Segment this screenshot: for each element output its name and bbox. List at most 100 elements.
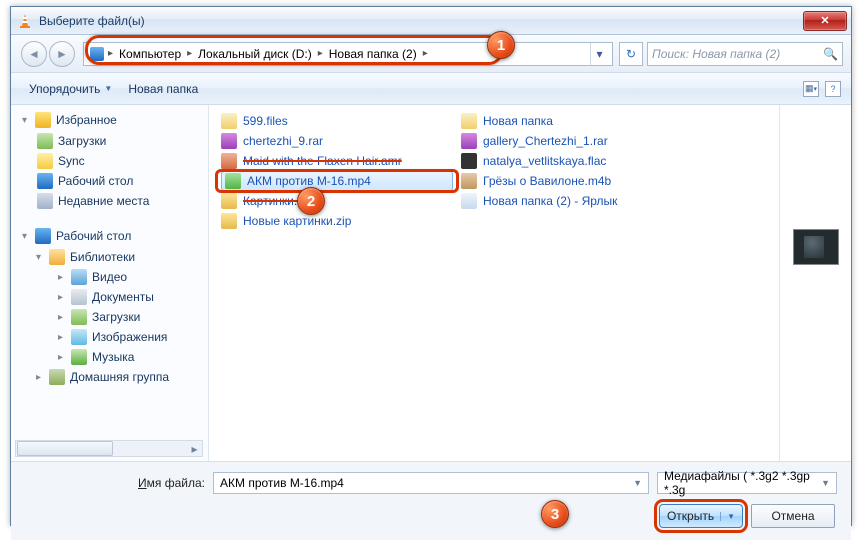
search-icon: 🔍	[823, 47, 838, 61]
refresh-button[interactable]: ↻	[619, 42, 643, 66]
breadcrumb[interactable]: ▸ Компьютер ▸ Локальный диск (D:) ▸ Нова…	[83, 42, 613, 66]
sidebar-libraries[interactable]: ▾Библиотеки	[15, 247, 208, 267]
expand-icon: ▸	[55, 352, 66, 363]
breadcrumb-drive[interactable]: Локальный диск (D:)	[194, 43, 316, 65]
window-close-button[interactable]: ✕	[803, 11, 847, 31]
sidebar-scrollbar[interactable]: ▸	[15, 440, 203, 457]
file-item[interactable]: Грёзы о Вавилоне.m4b	[457, 171, 697, 191]
rar-icon	[461, 133, 477, 149]
new-folder-button[interactable]: Новая папка	[120, 78, 206, 100]
images-icon	[71, 329, 87, 345]
nav-back-button[interactable]: ◄	[21, 41, 47, 67]
nav-forward-button[interactable]: ►	[49, 41, 75, 67]
downloads-icon	[71, 309, 87, 325]
sidebar-favorites[interactable]: ▾Избранное	[15, 109, 208, 131]
collapse-icon: ▾	[19, 115, 30, 126]
filename-label: ИИмя файла:мя файла:	[25, 476, 205, 490]
folder-icon	[221, 113, 237, 129]
chevron-right-icon: ▸	[185, 48, 194, 59]
recent-icon	[37, 193, 53, 209]
chevron-down-icon: ▼	[104, 84, 112, 93]
file-item[interactable]: Maid with the Flaxen Hair.amr	[217, 151, 457, 171]
expand-icon: ▸	[55, 312, 66, 323]
chevron-right-icon: ▸	[316, 48, 325, 59]
breadcrumb-folder[interactable]: Новая папка (2)	[325, 43, 421, 65]
desktop-icon	[35, 228, 51, 244]
computer-icon	[90, 47, 104, 61]
star-icon	[35, 112, 51, 128]
annotation-badge-2: 2	[297, 187, 325, 215]
scroll-right-icon[interactable]: ▸	[187, 441, 202, 456]
open-button[interactable]: Открыть▼	[659, 504, 743, 528]
libraries-icon	[49, 249, 65, 265]
desktop-icon	[37, 173, 53, 189]
sidebar-music[interactable]: ▸Музыка	[15, 347, 208, 367]
video-icon	[71, 269, 87, 285]
file-item[interactable]: natalya_vetlitskaya.flac	[457, 151, 697, 171]
expand-icon: ▸	[33, 372, 44, 383]
preview-pane	[779, 105, 851, 461]
sidebar-downloads[interactable]: Загрузки	[15, 131, 208, 151]
file-column-1: 599.files chertezhi_9.rar Maid with the …	[217, 111, 457, 461]
sidebar-downloads2[interactable]: ▸Загрузки	[15, 307, 208, 327]
file-item[interactable]: gallery_Chertezhi_1.rar	[457, 131, 697, 151]
view-options-button[interactable]: ▦▾	[803, 81, 819, 97]
titlebar: Выберите файл(ы) ✕	[11, 7, 851, 35]
file-open-dialog: Выберите файл(ы) ✕ ◄ ► ▸ Компьютер ▸ Лок…	[10, 6, 852, 526]
sidebar-homegroup[interactable]: ▸Домашняя группа	[15, 367, 208, 387]
file-item[interactable]: Новые картинки.zip	[217, 211, 457, 231]
breadcrumb-computer[interactable]: Компьютер	[115, 43, 185, 65]
music-icon	[71, 349, 87, 365]
collapse-icon: ▾	[33, 252, 44, 263]
toolbar: Упорядочить▼ Новая папка ▦▾ ?	[11, 73, 851, 105]
sidebar-images[interactable]: ▸Изображения	[15, 327, 208, 347]
vlc-icon	[17, 13, 33, 29]
documents-icon	[71, 289, 87, 305]
chevron-down-icon: ▼	[821, 478, 830, 488]
file-item-selected[interactable]: АКМ против М-16.mp4	[217, 171, 457, 191]
homegroup-icon	[49, 369, 65, 385]
downloads-icon	[37, 133, 53, 149]
zip-icon	[221, 213, 237, 229]
chevron-right-icon: ▸	[106, 48, 115, 59]
sidebar-video[interactable]: ▸Видео	[15, 267, 208, 287]
video-file-icon	[225, 173, 241, 189]
dialog-body: ▾Избранное Загрузки Sync Рабочий стол Не…	[11, 105, 851, 461]
file-column-2: Новая папка gallery_Chertezhi_1.rar nata…	[457, 111, 697, 461]
breadcrumb-dropdown[interactable]: ▾	[590, 43, 608, 65]
preview-thumbnail	[793, 229, 839, 265]
file-type-filter[interactable]: Медиафайлы ( *.3g2 *.3gp *.3g▼	[657, 472, 837, 494]
folder-icon	[461, 113, 477, 129]
file-item[interactable]: Новая папка (2) - Ярлык	[457, 191, 697, 211]
file-item[interactable]: Новая папка	[457, 111, 697, 131]
zip-icon	[221, 193, 237, 209]
help-button[interactable]: ?	[825, 81, 841, 97]
shortcut-icon	[461, 193, 477, 209]
dialog-title: Выберите файл(ы)	[39, 14, 803, 28]
file-item[interactable]: Картинки.zip	[217, 191, 457, 211]
scrollbar-thumb[interactable]	[17, 441, 113, 456]
file-item[interactable]: chertezhi_9.rar	[217, 131, 457, 151]
expand-icon: ▸	[55, 292, 66, 303]
collapse-icon: ▾	[19, 231, 30, 242]
flac-icon	[461, 153, 477, 169]
sidebar-desktop2[interactable]: ▾Рабочий стол	[15, 225, 208, 247]
m4b-icon	[461, 173, 477, 189]
rar-icon	[221, 133, 237, 149]
search-input[interactable]: Поиск: Новая папка (2) 🔍	[647, 42, 843, 66]
filename-input[interactable]: АКМ против М-16.mp4▼	[213, 472, 649, 494]
sidebar-sync[interactable]: Sync	[15, 151, 208, 171]
expand-icon: ▸	[55, 272, 66, 283]
sidebar-recent[interactable]: Недавние места	[15, 191, 208, 211]
search-placeholder: Поиск: Новая папка (2)	[652, 47, 780, 61]
expand-icon: ▸	[55, 332, 66, 343]
toolbar-right: ▦▾ ?	[803, 81, 841, 97]
audio-icon	[221, 153, 237, 169]
chevron-down-icon[interactable]: ▼	[633, 478, 642, 488]
sidebar-desktop[interactable]: Рабочий стол	[15, 171, 208, 191]
sidebar-documents[interactable]: ▸Документы	[15, 287, 208, 307]
organize-button[interactable]: Упорядочить▼	[21, 78, 120, 100]
cancel-button[interactable]: Отмена	[751, 504, 835, 528]
chevron-down-icon[interactable]: ▼	[720, 512, 735, 521]
file-item[interactable]: 599.files	[217, 111, 457, 131]
